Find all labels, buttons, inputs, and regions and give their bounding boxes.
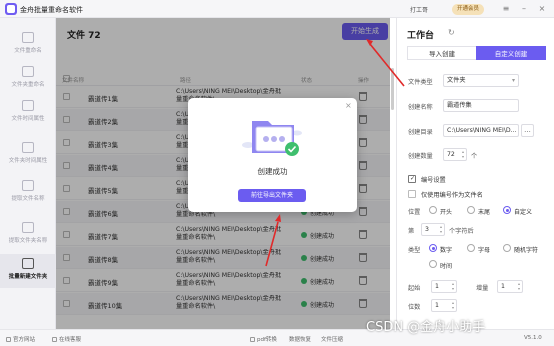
- digits-stepper[interactable]: 1: [431, 299, 457, 312]
- type-time-radio[interactable]: [429, 260, 437, 268]
- numbering-label: 编号设置: [421, 177, 446, 184]
- create-dir-input[interactable]: C:\Users\NING MEI\D...: [443, 124, 519, 137]
- minimize-icon[interactable]: –: [518, 3, 530, 15]
- sidebar-item-folder-time[interactable]: 文件夹时间属性: [0, 138, 56, 172]
- sidebar: 文件重命名 文件夹重命名 文件时间属性 文件夹时间属性 提取文件名称 提取文件夹…: [0, 18, 56, 329]
- success-dialog: × 创建成功 前往导出文件夹: [188, 98, 357, 212]
- position-start-radio[interactable]: [429, 206, 437, 214]
- clock-file-icon: [22, 100, 34, 111]
- watermark: CSDN @金舟小助手: [366, 320, 486, 335]
- step-label: 增量: [476, 285, 489, 292]
- extract-file-icon: [22, 180, 34, 191]
- browse-dir-button[interactable]: ...: [521, 124, 534, 137]
- new-folder-icon: [22, 258, 34, 269]
- pos-suffix: 个字符后: [449, 228, 474, 235]
- version-text: V5.1.0: [524, 335, 542, 341]
- file-type-label: 文件类型: [408, 79, 433, 86]
- title-bar: 金舟批量重命名软件 打工哥 开通会员 ≡ – ×: [0, 0, 554, 18]
- panel-title: 工作台: [407, 31, 435, 41]
- start-stepper[interactable]: 1: [431, 280, 457, 293]
- app-title: 金舟批量重命名软件: [20, 6, 83, 14]
- position-custom-label: 自定义: [514, 209, 533, 216]
- create-dir-label: 创建目录: [408, 129, 433, 136]
- online-service-link[interactable]: 在线客服: [52, 335, 81, 343]
- position-start-label: 开头: [440, 209, 453, 216]
- pdf-icon: [250, 337, 255, 342]
- type-time-label: 时间: [440, 263, 453, 270]
- file-type-select[interactable]: 文件夹: [443, 74, 519, 87]
- only-number-checkbox[interactable]: [408, 190, 416, 198]
- create-name-label: 创建名称: [408, 104, 433, 111]
- position-label: 位置: [408, 209, 421, 216]
- data-recovery-link[interactable]: 数据恢复: [289, 335, 311, 343]
- extract-folder-icon: [22, 222, 34, 233]
- position-custom-radio[interactable]: [503, 206, 511, 214]
- position-end-radio[interactable]: [467, 206, 475, 214]
- official-site-link[interactable]: 官方网站: [6, 335, 35, 343]
- workbench-panel: 工作台 ↻ 导入创建 自定义创建 文件类型 文件夹 创建名称 霸道传集 创建目录…: [396, 18, 554, 329]
- home-icon: [6, 337, 11, 342]
- position-end-label: 末尾: [478, 209, 491, 216]
- pdf-convert-link[interactable]: pdf转换: [250, 335, 277, 343]
- sidebar-item-file-rename[interactable]: 文件重命名: [0, 28, 56, 62]
- pos-prefix: 第: [408, 228, 415, 235]
- sidebar-item-batch-create-folder[interactable]: 批量新建文件夹: [0, 254, 56, 288]
- vip-button[interactable]: 开通会员: [452, 4, 485, 15]
- dialog-close-icon[interactable]: ×: [345, 101, 352, 110]
- only-number-label: 仅使用编号作为文件名: [421, 192, 483, 199]
- create-name-input[interactable]: 霸道传集: [443, 99, 519, 112]
- type-random-label: 随机字符: [514, 247, 539, 254]
- file-icon: [22, 32, 34, 43]
- clock-folder-icon: [22, 142, 34, 153]
- type-number-radio[interactable]: [429, 244, 437, 252]
- sidebar-item-folder-rename[interactable]: 文件夹重命名: [0, 62, 56, 96]
- table-scrollbar[interactable]: [391, 68, 394, 110]
- sidebar-item-file-time[interactable]: 文件时间属性: [0, 96, 56, 130]
- type-random-radio[interactable]: [503, 244, 511, 252]
- sidebar-item-extract-folder-name[interactable]: 提取文件夹名称: [0, 218, 56, 252]
- type-number-label: 数字: [440, 247, 453, 254]
- app-logo-icon: [5, 3, 17, 15]
- dialog-message: 创建成功: [257, 167, 288, 176]
- type-label: 类型: [408, 247, 421, 254]
- open-export-folder-button[interactable]: 前往导出文件夹: [238, 189, 306, 202]
- sidebar-item-extract-file-name[interactable]: 提取文件名称: [0, 176, 56, 210]
- create-count-label: 创建数量: [408, 153, 433, 160]
- start-label: 起始: [408, 285, 421, 292]
- close-icon[interactable]: ×: [536, 3, 548, 15]
- step-stepper[interactable]: 1: [497, 280, 523, 293]
- type-letter-radio[interactable]: [467, 244, 475, 252]
- file-compress-link[interactable]: 文件压缩: [321, 335, 343, 343]
- position-char-stepper[interactable]: 3: [421, 223, 445, 236]
- digits-label: 位数: [408, 304, 421, 311]
- type-letter-label: 字母: [478, 247, 491, 254]
- tab-custom-create[interactable]: 自定义创建: [476, 46, 546, 60]
- count-unit: 个: [471, 153, 478, 160]
- refresh-icon[interactable]: ↻: [448, 28, 455, 37]
- tab-import-create[interactable]: 导入创建: [407, 46, 477, 60]
- folder-success-illustration-icon: [242, 121, 302, 156]
- menu-icon[interactable]: ≡: [500, 3, 512, 15]
- user-name[interactable]: 打工哥: [410, 5, 428, 14]
- service-icon: [52, 337, 57, 342]
- folder-icon: [22, 66, 34, 77]
- create-count-stepper[interactable]: 72: [443, 148, 467, 161]
- numbering-checkbox[interactable]: [408, 175, 416, 183]
